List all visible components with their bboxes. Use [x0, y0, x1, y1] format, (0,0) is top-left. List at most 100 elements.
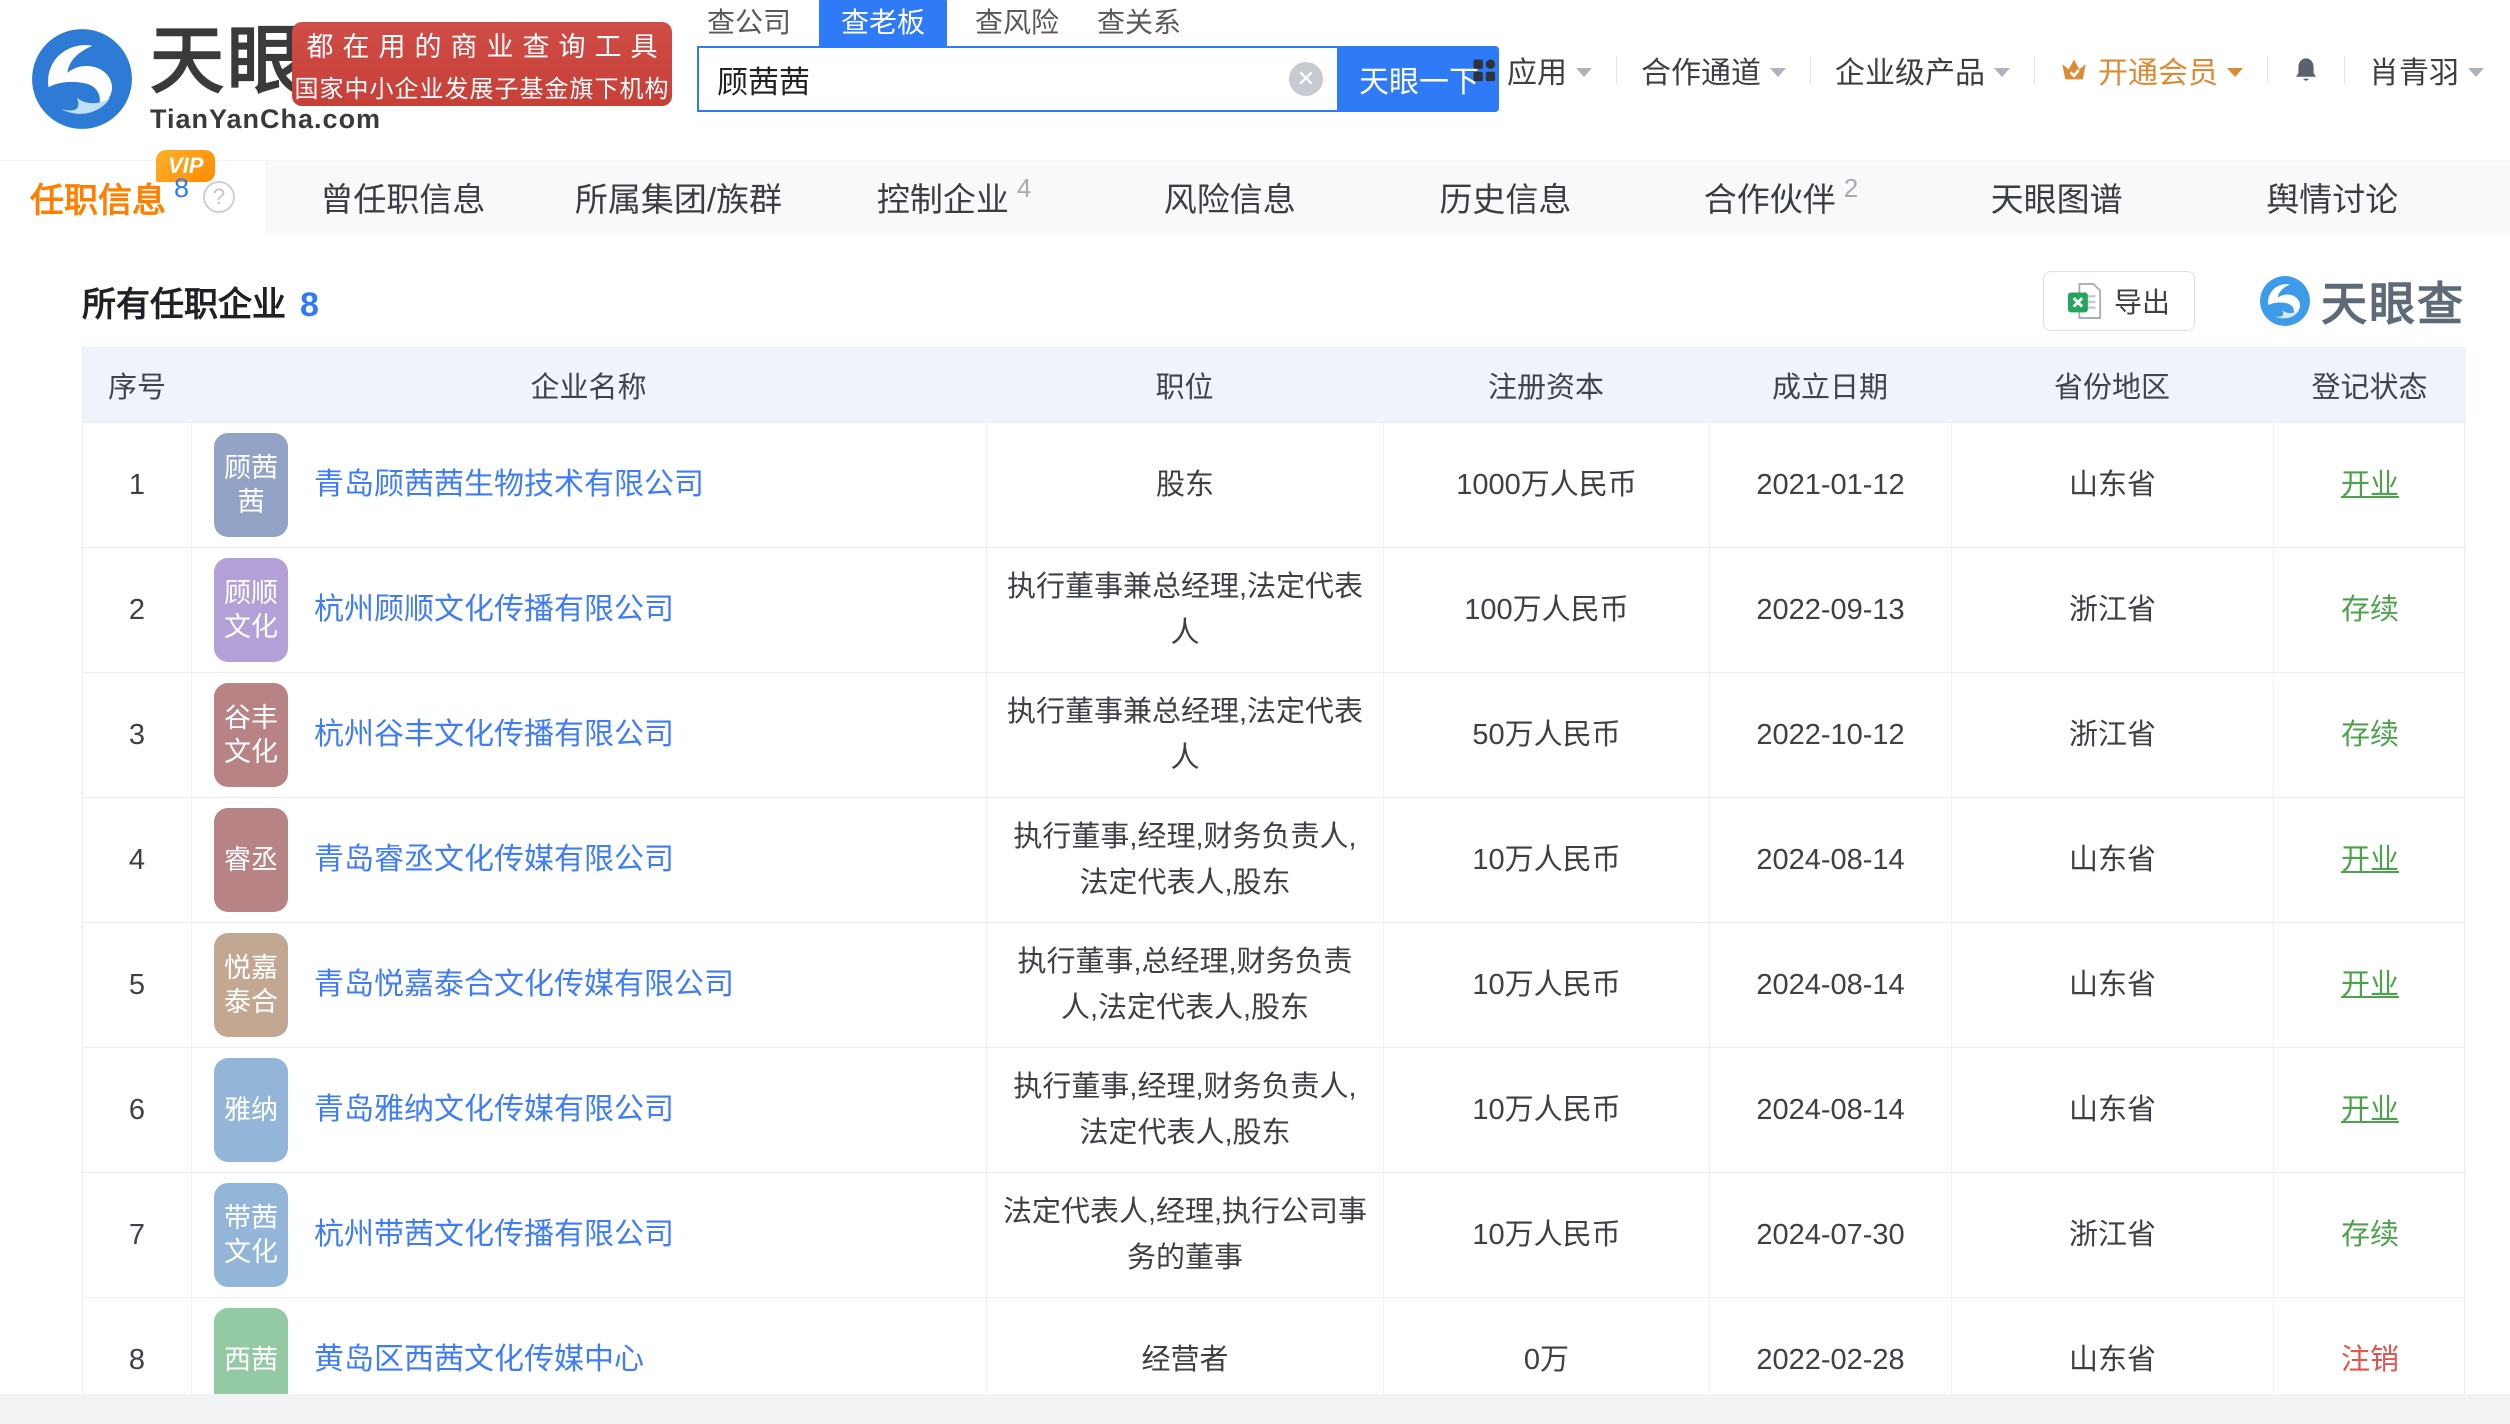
chevron-down-icon: [2227, 68, 2243, 77]
column-header: 企业名称: [191, 348, 986, 422]
search-tabs: 查公司 查老板 查风险 查关系: [697, 6, 1499, 46]
page-tab-label: 天眼图谱: [1991, 173, 2123, 221]
page-tab[interactable]: 舆情讨论: [2194, 161, 2470, 233]
column-header: 序号: [83, 348, 191, 422]
page-tab-label: 任职信息: [30, 173, 166, 222]
nav-enterprise-label: 企业级产品: [1835, 48, 1985, 92]
company-link[interactable]: 杭州谷丰文化传播有限公司: [314, 713, 674, 757]
page-tab-label: 曾任职信息: [320, 173, 485, 221]
page-tab[interactable]: 所属集团/族群: [541, 161, 817, 233]
user-menu[interactable]: 肖青羽: [2369, 48, 2484, 92]
position-cell: 执行董事兼总经理,法定代表人: [986, 547, 1383, 672]
page-tab[interactable]: 曾任职信息: [265, 161, 541, 233]
company-link[interactable]: 青岛睿丞文化传媒有限公司: [314, 838, 674, 882]
username: 肖青羽: [2369, 48, 2459, 92]
status-badge[interactable]: 开业: [2341, 837, 2399, 883]
company-link[interactable]: 杭州带茜文化传播有限公司: [314, 1213, 674, 1257]
company-logo[interactable]: 睿丞: [214, 808, 288, 912]
row-index: 5: [83, 922, 191, 1047]
search-tab-label: 查老板: [841, 7, 925, 38]
province-cell: 浙江省: [1951, 547, 2273, 672]
watermark-text: 天眼查: [2321, 268, 2465, 334]
company-link[interactable]: 杭州顾顺文化传播有限公司: [314, 588, 674, 632]
page-tab-label: 历史信息: [1439, 173, 1571, 221]
clear-search-icon[interactable]: ✕: [1289, 62, 1323, 96]
company-link[interactable]: 青岛顾茜茜生物技术有限公司: [314, 463, 704, 507]
company-logo[interactable]: 雅纳: [214, 1058, 288, 1162]
search-area: 查公司 查老板 查风险 查关系 ✕ 天眼一下: [697, 6, 1499, 112]
chevron-down-icon: [1576, 68, 1592, 77]
main-content: 所有任职企业 8 导出: [0, 233, 2510, 1423]
status-cell: 开业: [2273, 422, 2466, 547]
footer-strip: [0, 1394, 2510, 1424]
status-badge[interactable]: 开业: [2341, 1087, 2399, 1133]
company-logo[interactable]: 谷丰文化: [214, 683, 288, 787]
status-badge[interactable]: 存续: [2341, 587, 2399, 633]
nav-enterprise-products[interactable]: 企业级产品: [1835, 48, 2010, 92]
page-tab[interactable]: VIP 任职信息 8 ?: [0, 161, 265, 233]
column-header: 登记状态: [2273, 348, 2466, 422]
province-cell: 山东省: [1951, 1047, 2273, 1172]
capital-cell: 100万人民币: [1383, 547, 1709, 672]
company-cell: 带茜文化 杭州带茜文化传播有限公司: [191, 1172, 986, 1297]
page-tab[interactable]: 控制企业 4: [816, 161, 1092, 233]
nav-apps-label: 应用: [1507, 48, 1567, 92]
status-badge[interactable]: 开业: [2341, 962, 2399, 1008]
search-type-tab[interactable]: 查公司: [697, 0, 801, 46]
nav-apps[interactable]: 应用: [1470, 48, 1592, 92]
date-cell: 2024-08-14: [1709, 1047, 1951, 1172]
section-header: 所有任职企业 8 导出: [82, 269, 2465, 333]
nav-partner-label: 合作通道: [1641, 48, 1761, 92]
capital-cell: 10万人民币: [1383, 1172, 1709, 1297]
top-bar: 天眼查 TianYanCha.com 都在用的商业查询工具 国家中小企业发展子基…: [0, 0, 2510, 160]
position-cell: 法定代表人,经理,执行公司事务的董事: [986, 1172, 1383, 1297]
tianyancha-swirl-icon: [2259, 275, 2311, 327]
status-cell: 存续: [2273, 672, 2466, 797]
page-tab[interactable]: 合作伙伴 2: [1643, 161, 1919, 233]
status-badge[interactable]: 存续: [2341, 712, 2399, 758]
company-link[interactable]: 黄岛区西茜文化传媒中心: [314, 1338, 644, 1382]
company-cell: 顾茜茜 青岛顾茜茜生物技术有限公司: [191, 422, 986, 547]
bell-icon: [2292, 55, 2320, 85]
notifications-button[interactable]: [2292, 55, 2320, 85]
help-icon[interactable]: ?: [203, 181, 235, 213]
nav-partner-channel[interactable]: 合作通道: [1641, 48, 1786, 92]
status-cell: 开业: [2273, 922, 2466, 1047]
divider: [1616, 56, 1617, 84]
page-tab-count: 2: [1844, 173, 1858, 204]
search-type-tab[interactable]: 查老板: [819, 0, 947, 46]
province-cell: 山东省: [1951, 422, 2273, 547]
status-badge[interactable]: 开业: [2341, 462, 2399, 508]
position-cell: 执行董事,经理,财务负责人,法定代表人,股东: [986, 1047, 1383, 1172]
company-logo[interactable]: 顾顺文化: [214, 558, 288, 662]
crown-icon: [2059, 56, 2089, 84]
company-logo[interactable]: 带茜文化: [214, 1183, 288, 1287]
page-tab[interactable]: 历史信息: [1368, 161, 1644, 233]
company-logo[interactable]: 悦嘉泰合: [214, 933, 288, 1037]
nav-open-membership[interactable]: 开通会员: [2059, 48, 2243, 92]
divider: [2267, 56, 2268, 84]
promo-line1: 都在用的商业查询工具: [298, 25, 667, 64]
status-badge[interactable]: 存续: [2341, 1212, 2399, 1258]
company-logo[interactable]: 顾茜茜: [214, 433, 288, 537]
company-link[interactable]: 青岛悦嘉泰合文化传媒有限公司: [314, 963, 734, 1007]
column-header: 省份地区: [1951, 348, 2273, 422]
page-tab-count: 8: [174, 173, 189, 204]
status-cell: 存续: [2273, 1172, 2466, 1297]
capital-cell: 1000万人民币: [1383, 422, 1709, 547]
status-badge[interactable]: 注销: [2341, 1337, 2399, 1383]
search-input[interactable]: [699, 61, 1289, 97]
search-type-tab[interactable]: 查关系: [1087, 0, 1191, 46]
search-box: ✕ 天眼一下: [697, 46, 1499, 112]
page-tab[interactable]: 天眼图谱: [1919, 161, 2195, 233]
tianyancha-swirl-icon: [30, 27, 134, 131]
status-cell: 开业: [2273, 797, 2466, 922]
company-link[interactable]: 青岛雅纳文化传媒有限公司: [314, 1088, 674, 1132]
divider: [2034, 56, 2035, 84]
company-cell: 悦嘉泰合 青岛悦嘉泰合文化传媒有限公司: [191, 922, 986, 1047]
export-button[interactable]: 导出: [2043, 271, 2195, 331]
search-type-tab[interactable]: 查风险: [965, 0, 1069, 46]
search-tab-label: 查风险: [975, 7, 1059, 38]
page-tab[interactable]: 风险信息: [1092, 161, 1368, 233]
row-index: 2: [83, 547, 191, 672]
